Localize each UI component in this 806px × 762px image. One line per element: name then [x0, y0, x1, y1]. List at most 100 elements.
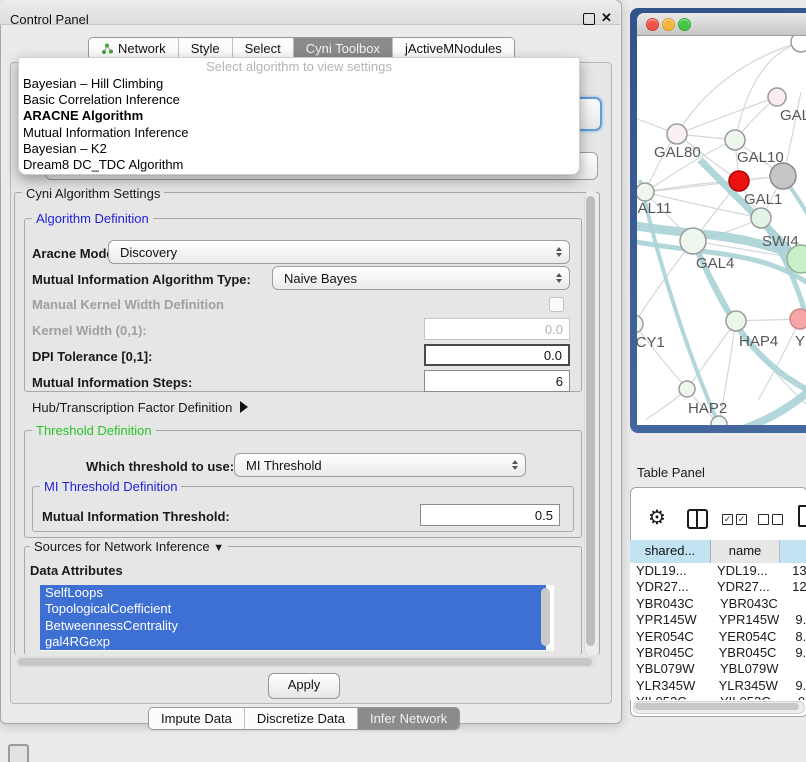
table-row[interactable]: YLR345WYLR345W9.	[630, 678, 806, 694]
algorithm-option-dream8-dc-tdc-algorithm[interactable]: Dream8 DC_TDC Algorithm	[19, 157, 579, 173]
table-horizontal-scrollbar-thumb[interactable]	[635, 703, 799, 710]
dpi-tolerance-input[interactable]	[424, 344, 570, 366]
tab-network[interactable]: Network	[89, 38, 178, 59]
table-row[interactable]: YBL079WYBL079W	[630, 661, 806, 677]
tab-label: Style	[191, 41, 220, 56]
network-node-GAL11[interactable]	[637, 183, 654, 201]
minimize-traffic-icon[interactable]	[662, 18, 675, 31]
close-traffic-icon[interactable]	[646, 18, 659, 31]
column-header-shared[interactable]: shared...	[630, 540, 711, 563]
attribute-item-gal4rgexp[interactable]: gal4RGexp	[40, 634, 546, 650]
mi-algorithm-type-combo[interactable]: Naive Bayes	[272, 266, 570, 290]
deselect-all-icon[interactable]	[772, 514, 783, 525]
tab-label: Select	[245, 41, 281, 56]
attribute-item-selfloops[interactable]: SelfLoops	[40, 585, 546, 601]
panel-corner-icon[interactable]	[8, 744, 29, 762]
bottom-tab-infer-network[interactable]: Infer Network	[357, 708, 459, 729]
table-cell	[792, 596, 798, 612]
manual-kernel-width-checkbox[interactable]	[549, 297, 564, 312]
mi-algorithm-type-value: Naive Bayes	[284, 271, 553, 286]
aracne-mode-value: Discovery	[120, 245, 553, 260]
mi-threshold-group-title: MI Threshold Definition	[40, 479, 181, 494]
network-node-node-salmon[interactable]	[790, 309, 806, 329]
table-cell: YBR043C	[712, 596, 792, 612]
hub-definition-section[interactable]: Hub/Transcription Factor Definition	[32, 400, 248, 415]
table-cell: YDR27...	[709, 579, 786, 595]
which-threshold-label: Which threshold to use:	[86, 459, 234, 474]
table-cell: YBR045C	[630, 645, 711, 661]
table-cell: YER054C	[711, 629, 790, 645]
cyni-algorithm-settings-title: Cyni Algorithm Settings	[22, 186, 164, 201]
select-all-check-icon[interactable]: ✓	[722, 514, 733, 525]
close-icon[interactable]: ✕	[601, 10, 612, 26]
table-row[interactable]: YER054CYER054C8.	[630, 629, 806, 645]
application-root: Control Panel ✕ NetworkStyleSelectCyni T…	[0, 0, 806, 762]
aracne-mode-combo[interactable]: Discovery	[108, 240, 570, 264]
algorithm-option-mutual-information-inference[interactable]: Mutual Information Inference	[19, 125, 579, 141]
tab-style[interactable]: Style	[178, 38, 232, 59]
attribute-item-topologicalcoefficient[interactable]: TopologicalCoefficient	[40, 601, 546, 617]
algorithm-option-basic-correlation-inference[interactable]: Basic Correlation Inference	[19, 92, 579, 108]
deselect-all-icon[interactable]	[758, 514, 769, 525]
network-canvas[interactable]: GALGAL80GAL10GAL1GAL11GAL4SWI4GCY1HAP4YH…	[637, 36, 806, 425]
tab-cyni-toolbox[interactable]: Cyni Toolbox	[293, 38, 392, 59]
algorithm-option-bayesian-hill-climbing[interactable]: Bayesian – Hill Climbing	[19, 76, 579, 92]
settings-vertical-scrollbar-thumb[interactable]	[586, 196, 595, 646]
network-node-label: GAL11	[637, 200, 672, 217]
float-window-icon[interactable]	[583, 13, 595, 25]
apply-button[interactable]: Apply	[268, 673, 340, 699]
column-header-col3[interactable]	[780, 540, 806, 563]
bottom-tab-discretize-data[interactable]: Discretize Data	[244, 708, 357, 729]
table-cell: YBL079W	[630, 661, 712, 677]
tab-select[interactable]: Select	[232, 38, 293, 59]
algorithm-option-aracne-algorithm[interactable]: ARACNE Algorithm	[19, 108, 579, 124]
network-node-node-bottom[interactable]	[711, 416, 727, 425]
table-row[interactable]: YDR27...YDR27...12	[630, 579, 806, 595]
network-node-GAL80[interactable]	[667, 124, 687, 144]
network-node-HAP2[interactable]	[679, 381, 695, 397]
mi-steps-input[interactable]	[424, 370, 570, 392]
bottom-tab-impute-data[interactable]: Impute Data	[149, 708, 244, 729]
network-node-label: GAL4	[696, 255, 734, 272]
which-threshold-combo[interactable]: MI Threshold	[234, 453, 526, 477]
tab-jactivemnodules[interactable]: jActiveMNodules	[392, 38, 514, 59]
export-table-icon[interactable]	[798, 505, 806, 527]
table-row[interactable]: YIL052CYIL052C9	[630, 694, 806, 700]
network-node-GAL1[interactable]	[729, 171, 749, 191]
network-node-GAL4[interactable]	[680, 228, 706, 254]
network-node-label: GCY1	[637, 334, 665, 351]
settings-horizontal-scrollbar-thumb[interactable]	[18, 658, 592, 666]
table-row[interactable]: YBR045CYBR045C9.	[630, 645, 806, 661]
column-header-name[interactable]: name	[711, 540, 780, 563]
network-node-GAL[interactable]	[768, 88, 786, 106]
mi-threshold-input[interactable]	[420, 504, 560, 526]
network-node-label: Y	[795, 333, 805, 350]
network-node-GAL10[interactable]	[725, 130, 745, 150]
table-row[interactable]: YPR145WYPR145W9.	[630, 612, 806, 628]
network-node-HAP4[interactable]	[726, 311, 746, 331]
gear-icon[interactable]: ⚙	[648, 505, 666, 530]
which-threshold-value: MI Threshold	[246, 458, 509, 473]
zoom-traffic-icon[interactable]	[678, 18, 691, 31]
table-row[interactable]: YBR043CYBR043C	[630, 596, 806, 612]
kernel-width-input[interactable]	[424, 318, 570, 340]
sources-group-title[interactable]: Sources for Network Inference ▼	[30, 539, 228, 554]
table-cell: 12	[786, 579, 806, 595]
algorithm-option-bayesian-k2[interactable]: Bayesian – K2	[19, 141, 579, 157]
attributes-list-scrollbar[interactable]	[541, 588, 550, 646]
tab-label: Network	[118, 41, 166, 56]
columns-icon[interactable]	[687, 509, 708, 529]
hub-definition-label: Hub/Transcription Factor Definition	[32, 400, 232, 415]
table-cell: 8.	[789, 629, 806, 645]
network-node-node-top[interactable]	[791, 36, 806, 52]
table-row[interactable]: YDL19...YDL19...13	[630, 563, 806, 579]
tab-label: Impute Data	[161, 711, 232, 726]
network-node-SWI4[interactable]	[751, 208, 771, 228]
table-rows: YDL19...YDL19...13YDR27...YDR27...12YBR0…	[630, 563, 806, 700]
network-node-GCY1[interactable]	[637, 315, 643, 333]
table-cell: YDR27...	[630, 579, 709, 595]
select-all-check-icon[interactable]: ✓	[736, 514, 747, 525]
network-node-node-gray[interactable]	[770, 163, 796, 189]
table-panel-title: Table Panel	[637, 465, 705, 480]
attribute-item-betweennesscentrality[interactable]: BetweennessCentrality	[40, 618, 546, 634]
